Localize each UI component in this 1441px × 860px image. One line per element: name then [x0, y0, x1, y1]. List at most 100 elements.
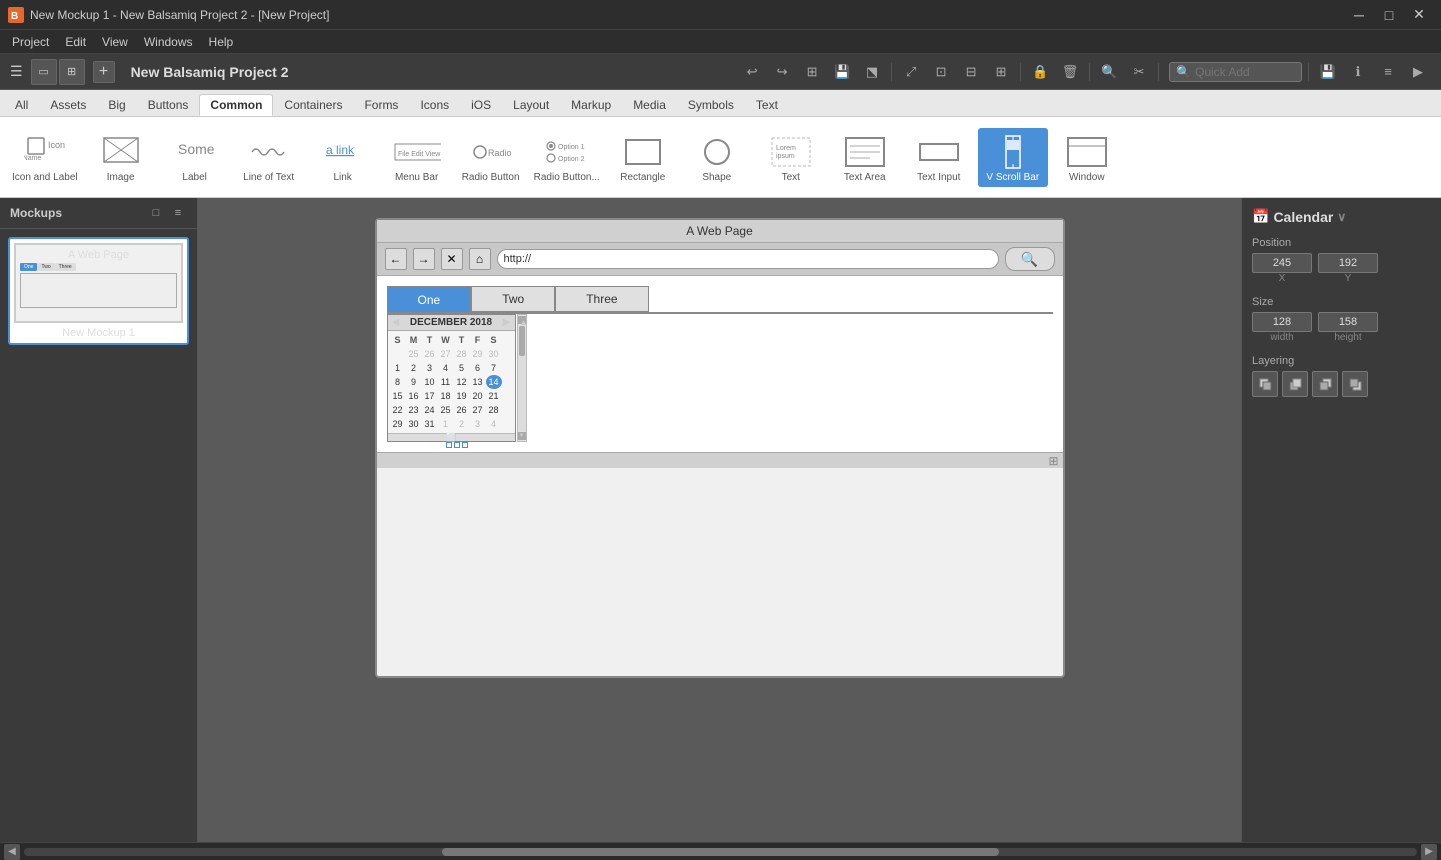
cal-cell-1-3[interactable]: 4 [438, 361, 454, 375]
cal-cell-0-0[interactable] [390, 347, 406, 361]
mockup-thumbnail-new-mockup-1[interactable]: A Web Page One Two Three New Mockup 1 [8, 237, 189, 345]
cal-cell-3-0[interactable]: 15 [390, 389, 406, 403]
cal-cell-1-4[interactable]: 5 [454, 361, 470, 375]
calendar-next[interactable]: ▶ [503, 317, 511, 328]
undo-button[interactable]: ↩ [739, 59, 765, 85]
cal-cell-5-1[interactable]: 30 [406, 417, 422, 431]
back-button[interactable]: ← [385, 248, 407, 270]
clone-button[interactable]: ⊞ [799, 59, 825, 85]
send-backward-button[interactable] [1312, 371, 1338, 397]
tab-two[interactable]: Two [471, 286, 555, 312]
tab-markup[interactable]: Markup [560, 94, 622, 116]
cal-cell-5-6[interactable]: 4 [486, 417, 502, 431]
home-button[interactable]: ⌂ [469, 248, 491, 270]
comp-radio-button-group[interactable]: Option 1 Option 2 Radio Button... [530, 128, 604, 187]
cal-cell-2-0[interactable]: 8 [390, 375, 406, 389]
save-button[interactable]: 💾 [829, 59, 855, 85]
hamburger-icon[interactable]: ☰ [10, 63, 23, 80]
comp-menu-bar[interactable]: File Edit View Menu Bar [382, 128, 452, 187]
scroll-left-button[interactable]: ◀ [4, 844, 20, 860]
cal-cell-4-2[interactable]: 24 [422, 403, 438, 417]
tab-big[interactable]: Big [97, 94, 136, 116]
grid-view-button[interactable]: ⊞ [59, 59, 85, 85]
comp-link[interactable]: a link Link [308, 128, 378, 187]
scroll-track[interactable] [24, 848, 1417, 856]
cal-cell-4-5[interactable]: 27 [470, 403, 486, 417]
search-button[interactable]: 🔍 [1096, 59, 1122, 85]
tab-text[interactable]: Text [745, 94, 789, 116]
comp-window[interactable]: Window [1052, 128, 1122, 187]
menu-project[interactable]: Project [4, 33, 57, 51]
cal-cell-1-6[interactable]: 7 [486, 361, 502, 375]
comp-rectangle[interactable]: Rectangle [608, 128, 678, 187]
cal-cell-2-5[interactable]: 13 [470, 375, 486, 389]
cal-cell-3-6[interactable]: 21 [486, 389, 502, 403]
cal-cell-2-3[interactable]: 11 [438, 375, 454, 389]
group-button[interactable]: ⊡ [928, 59, 954, 85]
cal-cell-5-4[interactable]: 2 [454, 417, 470, 431]
cal-cell-3-2[interactable]: 17 [422, 389, 438, 403]
mockups-menu-icon[interactable]: ≡ [169, 204, 187, 222]
width-input[interactable] [1252, 312, 1312, 332]
menu-view[interactable]: View [94, 33, 136, 51]
tab-containers[interactable]: Containers [273, 94, 353, 116]
tab-assets[interactable]: Assets [39, 94, 97, 116]
menu-windows[interactable]: Windows [136, 33, 201, 51]
cal-cell-0-3[interactable]: 27 [438, 347, 454, 361]
crop-button[interactable]: ✂ [1126, 59, 1152, 85]
canvas-area[interactable]: A Web Page ← → ✕ ⌂ 🔍 One Two Three [198, 198, 1241, 842]
comp-text-input[interactable]: Text Input [904, 128, 974, 187]
export-button[interactable]: ⬔ [859, 59, 885, 85]
tab-layout[interactable]: Layout [502, 94, 560, 116]
cal-cell-2-6[interactable]: 14 [486, 375, 502, 389]
add-mockup-button[interactable]: + [93, 61, 115, 83]
comp-icon-and-label[interactable]: Icon Name Icon and Label [8, 128, 82, 187]
cal-cell-4-6[interactable]: 28 [486, 403, 502, 417]
bring-to-front-button[interactable] [1252, 371, 1278, 397]
properties-chevron-icon[interactable]: ∨ [1337, 210, 1346, 224]
cal-cell-3-1[interactable]: 16 [406, 389, 422, 403]
cal-cell-0-6[interactable]: 30 [486, 347, 502, 361]
minimize-button[interactable]: ─ [1345, 1, 1373, 29]
maximize-button[interactable]: □ [1375, 1, 1403, 29]
menu-help[interactable]: Help [201, 33, 242, 51]
delete-button[interactable]: 🗑 [1057, 59, 1083, 85]
mockups-add-icon[interactable]: □ [147, 204, 165, 222]
tab-symbols[interactable]: Symbols [677, 94, 745, 116]
close-button[interactable]: ✕ [1405, 1, 1433, 29]
cal-cell-0-5[interactable]: 29 [470, 347, 486, 361]
scroll-right-button[interactable]: ▶ [1421, 844, 1437, 860]
cal-cell-4-4[interactable]: 26 [454, 403, 470, 417]
cal-cell-0-2[interactable]: 26 [422, 347, 438, 361]
cal-cell-5-3[interactable]: 1 [438, 417, 454, 431]
tab-ios[interactable]: iOS [460, 94, 502, 116]
handle-left[interactable] [446, 442, 452, 448]
play-button[interactable]: ▶ [1405, 59, 1431, 85]
handle-center[interactable] [454, 442, 460, 448]
tab-forms[interactable]: Forms [353, 94, 409, 116]
save-project-button[interactable]: 💾 [1315, 59, 1341, 85]
comp-image[interactable]: Image [86, 128, 156, 187]
height-input[interactable] [1318, 312, 1378, 332]
cal-cell-1-5[interactable]: 6 [470, 361, 486, 375]
cal-cell-1-1[interactable]: 2 [406, 361, 422, 375]
tab-buttons[interactable]: Buttons [137, 94, 200, 116]
calendar-prev[interactable]: ◀ [392, 317, 400, 328]
cal-cell-3-4[interactable]: 19 [454, 389, 470, 403]
cal-cell-0-1[interactable]: 25 [406, 347, 422, 361]
cal-cell-2-4[interactable]: 12 [454, 375, 470, 389]
lock-button[interactable]: 🔒 [1027, 59, 1053, 85]
single-view-button[interactable]: ▭ [31, 59, 57, 85]
tab-three[interactable]: Three [555, 286, 648, 312]
cal-cell-2-2[interactable]: 10 [422, 375, 438, 389]
tab-one[interactable]: One [387, 286, 472, 312]
menu-edit[interactable]: Edit [57, 33, 94, 51]
scrollbar-track[interactable] [518, 325, 526, 431]
position-x-input[interactable] [1252, 253, 1312, 273]
cal-cell-4-3[interactable]: 25 [438, 403, 454, 417]
quick-add-input[interactable] [1195, 65, 1295, 79]
ungroup-button[interactable]: ⊟ [958, 59, 984, 85]
forward-button[interactable]: → [413, 248, 435, 270]
scrollbar-down-arrow[interactable]: ▼ [518, 432, 526, 440]
align-button[interactable]: ⊞ [988, 59, 1014, 85]
